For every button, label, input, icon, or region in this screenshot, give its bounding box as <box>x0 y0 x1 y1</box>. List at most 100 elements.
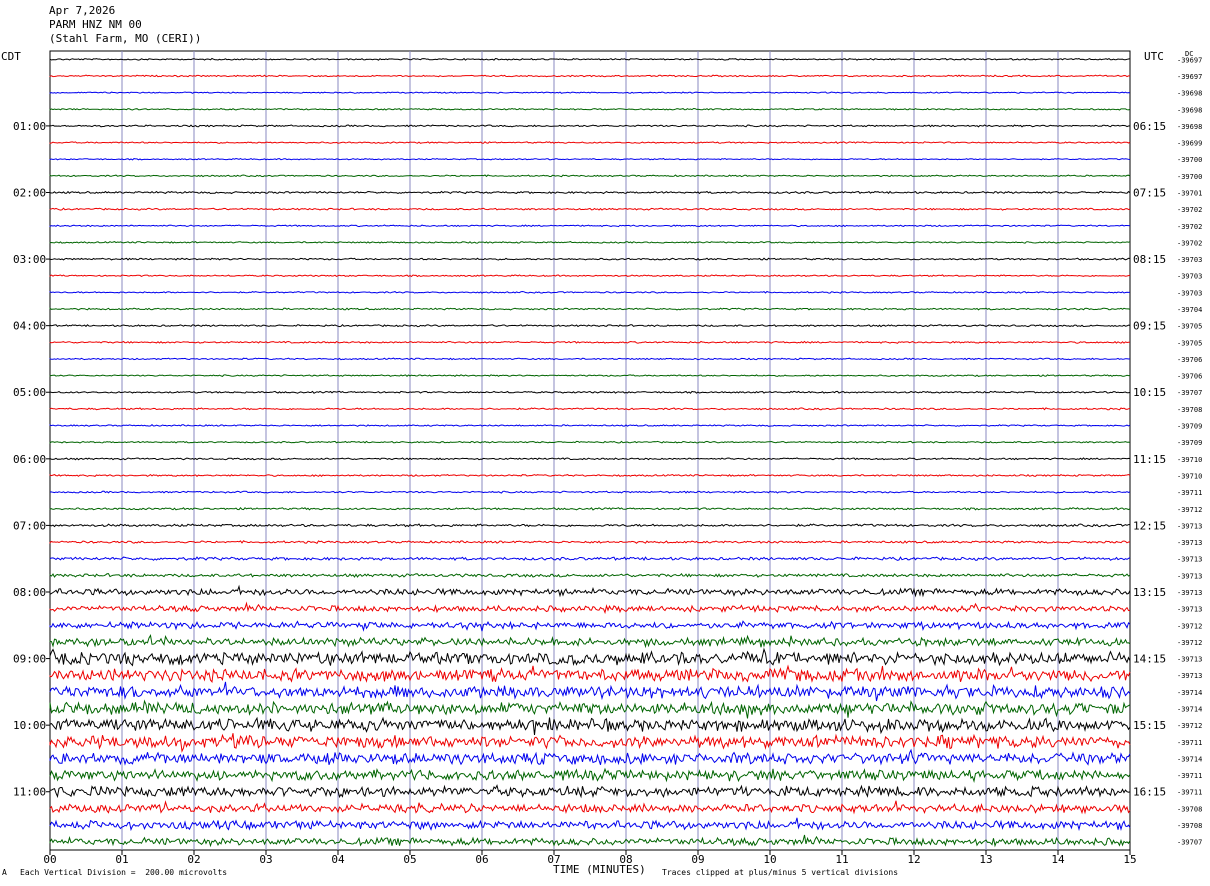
seismic-trace <box>49 716 1131 735</box>
seismic-trace <box>49 601 1131 615</box>
dc-offset-label: -39705 <box>1177 339 1202 347</box>
dc-offset-label: -39698 <box>1177 106 1202 114</box>
seismic-trace <box>49 664 1131 683</box>
dc-offset-label: -39713 <box>1177 522 1202 530</box>
dc-offset-label: -39703 <box>1177 289 1202 297</box>
x-tick-label: 13 <box>979 853 992 866</box>
x-axis-label: TIME (MINUTES) <box>553 863 646 876</box>
dc-offset-label: -39713 <box>1177 572 1202 580</box>
x-tick-label: 04 <box>331 853 345 866</box>
left-hour-label: 09:00 <box>13 653 46 666</box>
dc-offset-label: -39711 <box>1177 739 1202 747</box>
right-hour-label: 16:15 <box>1133 786 1166 799</box>
dc-offset-label: -39700 <box>1177 156 1202 164</box>
dc-offset-label: -39701 <box>1177 189 1202 197</box>
dc-offset-label: -39711 <box>1177 789 1202 797</box>
dc-offset-label: -39707 <box>1177 839 1202 847</box>
left-hour-label: 02:00 <box>13 186 46 199</box>
dc-header-label: DC <box>1185 50 1193 58</box>
x-tick-label: 00 <box>43 853 56 866</box>
left-hour-label: 04:00 <box>13 320 46 333</box>
seismic-trace <box>49 473 1131 478</box>
dc-offset-label: -39709 <box>1177 439 1202 447</box>
corner-mark: A <box>2 868 7 877</box>
dc-offset-label: -39708 <box>1177 805 1202 813</box>
seismic-trace <box>49 556 1131 561</box>
dc-offset-label: -39712 <box>1177 639 1202 647</box>
x-tick-label: 03 <box>259 853 272 866</box>
dc-offset-label: -39713 <box>1177 656 1202 664</box>
seismic-trace <box>49 274 1131 278</box>
plot-frame <box>49 50 1131 851</box>
dc-offset-label: -39711 <box>1177 489 1202 497</box>
dc-offset-label: -39702 <box>1177 206 1202 214</box>
dc-offset-label: -39698 <box>1177 90 1202 98</box>
x-tick-label: 11 <box>835 853 848 866</box>
seismic-trace <box>49 390 1131 394</box>
seismic-trace <box>49 681 1131 702</box>
right-hour-label: 15:15 <box>1133 719 1166 732</box>
seismic-trace <box>49 440 1131 444</box>
left-hour-label: 01:00 <box>13 120 46 133</box>
x-tick-label: 02 <box>187 853 200 866</box>
seismic-trace <box>49 323 1131 328</box>
seismic-trace <box>49 733 1131 753</box>
seismic-trace <box>49 584 1131 598</box>
seismic-trace <box>49 490 1131 494</box>
seismic-trace <box>49 540 1131 544</box>
scale-note: Each Vertical Division = 200.00 microvol… <box>20 868 228 877</box>
dc-offset-label: -39699 <box>1177 140 1202 148</box>
dc-offset-label: -39714 <box>1177 755 1202 763</box>
right-hour-label: 11:15 <box>1133 453 1166 466</box>
seismic-trace <box>49 91 1131 94</box>
right-hour-label: 13:15 <box>1133 586 1166 599</box>
seismic-trace <box>49 620 1131 632</box>
seismic-trace <box>49 224 1131 228</box>
dc-offset-label: -39712 <box>1177 622 1202 630</box>
left-hour-label: 10:00 <box>13 719 46 732</box>
dc-offset-label: -39703 <box>1177 273 1202 281</box>
seismic-trace <box>49 340 1131 344</box>
seismic-trace <box>49 647 1131 667</box>
dc-offset-label: -39710 <box>1177 472 1202 480</box>
right-hour-label: 07:15 <box>1133 186 1166 199</box>
dc-offset-label: -39697 <box>1177 73 1202 81</box>
seismic-trace <box>49 207 1131 211</box>
dc-offset-label: -39702 <box>1177 239 1202 247</box>
seismic-trace <box>49 834 1131 848</box>
dc-offset-label: -39700 <box>1177 173 1202 181</box>
seismic-trace <box>49 374 1130 378</box>
dc-offset-label: -39707 <box>1177 389 1202 397</box>
dc-offset-label: -39713 <box>1177 672 1202 680</box>
dc-offset-label: -39713 <box>1177 606 1202 614</box>
seismic-trace <box>49 748 1131 766</box>
dc-offset-label: -39711 <box>1177 772 1202 780</box>
x-tick-label: 14 <box>1051 853 1065 866</box>
seismic-trace <box>49 424 1131 427</box>
seismic-trace <box>49 817 1131 832</box>
right-hour-label: 08:15 <box>1133 253 1166 266</box>
x-tick-label: 01 <box>115 853 128 866</box>
seismic-trace <box>49 174 1131 178</box>
right-hour-label: 09:15 <box>1133 320 1166 333</box>
clip-note: Traces clipped at plus/minus 5 vertical … <box>662 868 899 877</box>
seismic-trace <box>49 784 1131 799</box>
seismic-trace <box>49 523 1130 528</box>
seismic-trace <box>49 307 1131 311</box>
x-tick-label: 06 <box>475 853 488 866</box>
dc-offset-label: -39703 <box>1177 256 1202 264</box>
right-hour-label: 12:15 <box>1133 519 1166 532</box>
dc-offset-label: -39706 <box>1177 373 1202 381</box>
seismic-trace <box>49 357 1131 361</box>
dc-offset-label: -39713 <box>1177 556 1202 564</box>
left-hour-label: 05:00 <box>13 386 46 399</box>
seismic-trace <box>49 157 1131 161</box>
seismic-trace <box>49 767 1131 784</box>
dc-offset-label: -39710 <box>1177 456 1202 464</box>
seismic-trace <box>49 124 1131 128</box>
seismic-trace <box>49 141 1131 145</box>
right-hour-label: 06:15 <box>1133 120 1166 133</box>
right-hour-label: 14:15 <box>1133 653 1166 666</box>
x-tick-label: 15 <box>1123 853 1136 866</box>
x-tick-label: 09 <box>691 853 704 866</box>
